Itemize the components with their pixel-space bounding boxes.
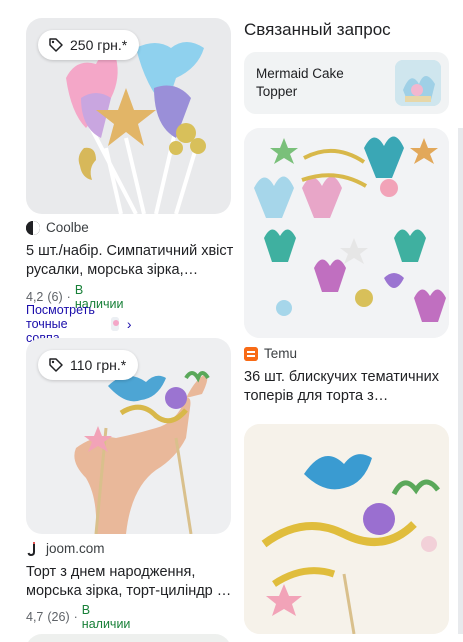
related-search-heading: Связанный запрос — [244, 20, 391, 39]
temu-favicon — [244, 346, 258, 361]
product-title-1-line1: 5 шт./набір. Симпатичний хвіст — [26, 243, 234, 259]
price-badge-2: 110 грн.* — [38, 350, 139, 380]
product-title-2-line2: морська зірка, торт-циліндр … — [26, 583, 232, 599]
happy-birthday-topper-illustration — [244, 424, 449, 634]
product-title-temu-line2: топерів для торта з… — [244, 388, 389, 404]
next-column-edge — [458, 128, 463, 634]
source-2[interactable]: joom.com — [26, 541, 105, 556]
joom-favicon — [26, 541, 40, 556]
source-name-1: Coolbe — [46, 220, 89, 235]
rating-value-2: 4,7 — [26, 610, 44, 624]
price-text-1: 250 грн.* — [70, 37, 128, 53]
chevron-right-icon: › — [126, 316, 132, 332]
price-tag-icon — [49, 38, 63, 52]
product-image-3-partial[interactable] — [26, 634, 231, 642]
coolbe-favicon — [26, 220, 40, 235]
rating-value-1: 4,2 — [26, 290, 44, 304]
rating-row-2: 4,7 (26) · В наличии — [26, 603, 130, 631]
product-image-temu[interactable] — [244, 128, 449, 338]
separator-dot-1: · — [66, 290, 71, 304]
product-title-2-line1: Торт з днем народження, — [26, 564, 196, 580]
temu-toppers-illustration — [244, 128, 449, 338]
product-title-2[interactable]: Торт з днем народження, морська зірка, т… — [26, 563, 236, 601]
related-query-card[interactable]: Mermaid Cake Topper — [244, 52, 449, 114]
stock-status-2: В наличии — [81, 603, 131, 631]
product-title-1-line2: русалки, морська зірка,… — [26, 262, 199, 278]
product-title-1[interactable]: 5 шт./набір. Симпатичний хвіст русалки, … — [26, 242, 236, 280]
product-title-temu[interactable]: 36 шт. блискучих тематичних топерів для … — [244, 368, 454, 406]
source-temu[interactable]: Temu — [244, 346, 297, 361]
source-name-temu: Temu — [264, 346, 298, 361]
separator-dot-2: · — [73, 610, 78, 624]
review-count-1: (6) — [47, 290, 63, 304]
price-badge-1: 250 грн.* — [38, 30, 140, 60]
review-count-2: (26) — [47, 610, 70, 624]
source-1[interactable]: Coolbe — [26, 220, 89, 235]
exact-matches-thumbnail — [111, 317, 119, 331]
related-query-label: Mermaid Cake Topper — [256, 66, 344, 99]
price-text-2: 110 грн.* — [70, 357, 127, 373]
product-image-4[interactable] — [244, 424, 449, 634]
product-title-temu-line1: 36 шт. блискучих тематичних — [244, 369, 439, 385]
source-name-2: joom.com — [46, 541, 105, 556]
price-tag-icon — [49, 358, 63, 372]
product-image-1[interactable]: 250 грн.* — [26, 18, 231, 214]
product-image-2[interactable]: 110 грн.* — [26, 338, 231, 534]
related-query-thumbnail — [395, 60, 441, 106]
